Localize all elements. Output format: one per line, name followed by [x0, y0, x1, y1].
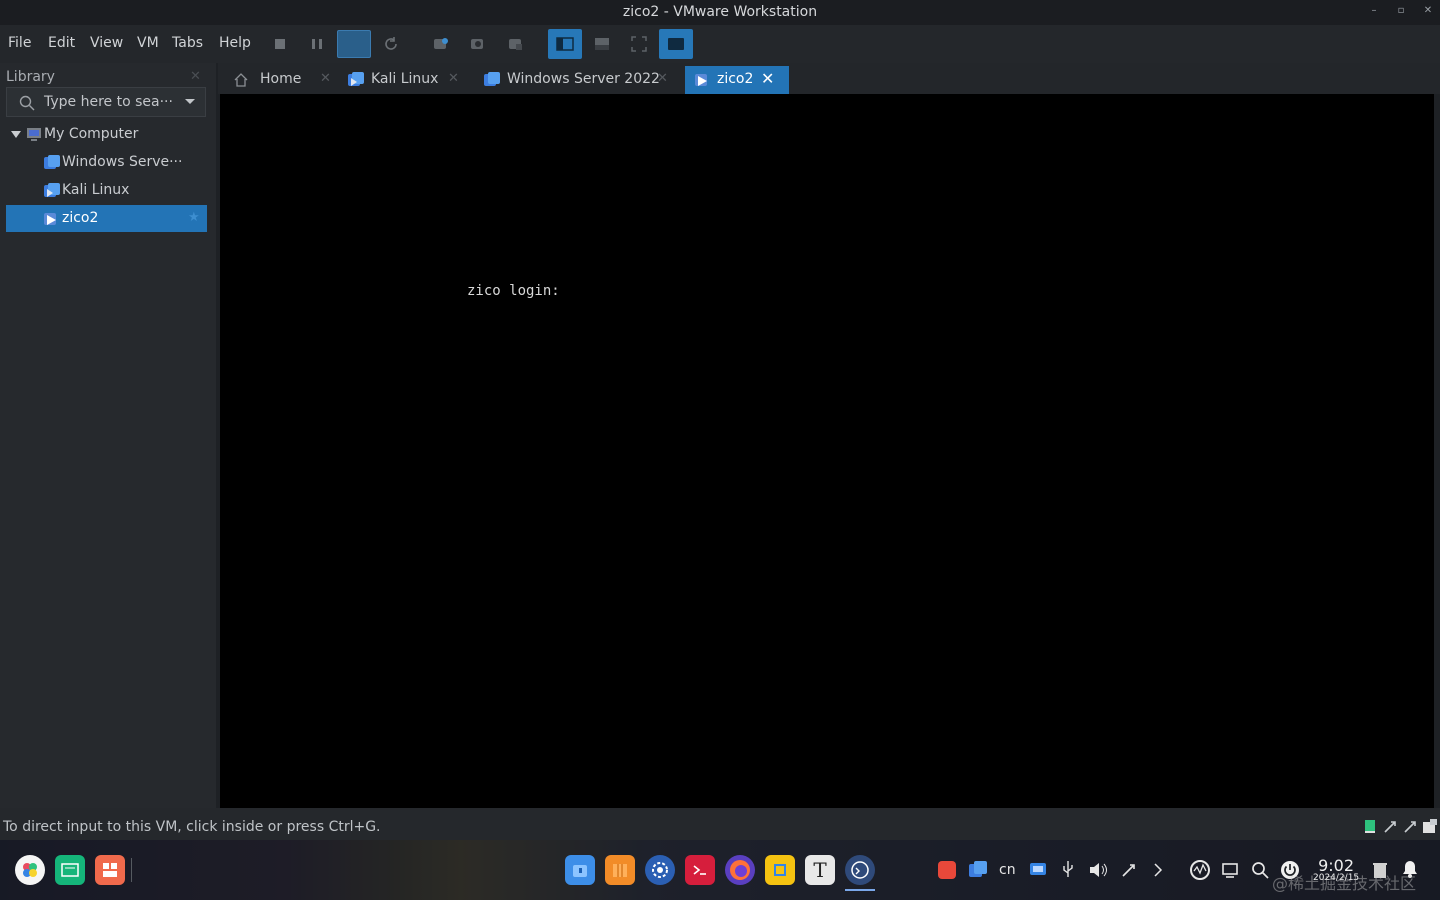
tab-zico2[interactable]: zico2 ✕: [685, 66, 789, 94]
file-manager-icon[interactable]: [565, 855, 595, 885]
firefox-icon[interactable]: [725, 855, 755, 885]
pause-icon[interactable]: [303, 30, 331, 58]
tab-label: zico2: [717, 71, 754, 87]
status-message: To direct input to this VM, click inside…: [3, 819, 381, 835]
typora-icon[interactable]: T: [805, 855, 835, 885]
message-icon[interactable]: [1422, 819, 1438, 835]
editor-icon[interactable]: [765, 855, 795, 885]
taskbar: T cn 9:02 2024/2/15 @稀土掘金技术社区: [0, 840, 1440, 900]
brightness-icon[interactable]: [1120, 861, 1138, 879]
right-edge: [1434, 94, 1440, 808]
tab-label: Windows Server 2022: [507, 71, 660, 87]
taskbar-divider: [131, 858, 132, 882]
tree-label: Windows Serve···: [62, 154, 183, 170]
tab-close-icon[interactable]: ✕: [657, 71, 668, 86]
tab-windows-server-2022[interactable]: Windows Server 2022 ✕: [480, 66, 672, 94]
library-panel: Library ✕ Type here to sea··· My Compute…: [0, 63, 216, 808]
display-icon[interactable]: [1221, 861, 1239, 879]
terminal-icon[interactable]: [685, 855, 715, 885]
fit-guest-icon[interactable]: [337, 30, 371, 58]
tree-label: Kali Linux: [62, 182, 130, 198]
menu-tabs[interactable]: Tabs: [172, 35, 203, 51]
library-close-icon[interactable]: ✕: [190, 69, 201, 84]
vm-icon: [348, 72, 364, 86]
minimize-icon[interactable]: –: [1367, 4, 1381, 18]
expand-arrow-icon[interactable]: [11, 131, 21, 139]
package-manager-icon[interactable]: [605, 855, 635, 885]
expand-tray-icon[interactable]: [1152, 862, 1164, 878]
vm-console[interactable]: zico login:: [220, 94, 1434, 808]
tree-label: My Computer: [44, 126, 139, 142]
vm-linux-icon: [44, 183, 60, 197]
usb-icon[interactable]: [1403, 820, 1417, 834]
menu-help[interactable]: Help: [219, 35, 251, 51]
refresh-icon[interactable]: [377, 30, 405, 58]
vm-icon: [484, 72, 500, 86]
app-store-icon[interactable]: [95, 855, 125, 885]
vm-running-icon: [695, 74, 707, 86]
menu-toolbar: File Edit View VM Tabs Help: [0, 25, 1440, 63]
app-launcher-icon[interactable]: [15, 855, 45, 885]
chevron-down-icon[interactable]: [184, 98, 196, 106]
watermark: @稀土掘金技术社区: [1272, 874, 1417, 893]
volume-icon[interactable]: [1088, 861, 1108, 879]
power-stop-icon[interactable]: [266, 30, 294, 58]
snapshot-take-icon[interactable]: [427, 30, 455, 58]
full-screen-icon[interactable]: [625, 30, 653, 58]
tab-close-icon[interactable]: ✕: [448, 71, 459, 86]
network-icon[interactable]: [1383, 820, 1397, 834]
tab-close-icon[interactable]: ✕: [320, 71, 331, 86]
computer-icon: [27, 128, 41, 141]
tree-label: zico2: [62, 210, 99, 226]
vm-windows-icon: [44, 155, 60, 169]
vmware-tray-icon[interactable]: [968, 860, 988, 880]
tab-close-icon[interactable]: ✕: [761, 69, 774, 88]
title-bar: zico2 - VMware Workstation – ▫ ✕: [0, 0, 1440, 25]
tree-item-my-computer[interactable]: My Computer: [6, 121, 207, 148]
menu-view[interactable]: View: [90, 35, 123, 51]
tree-item-kali-linux[interactable]: Kali Linux: [6, 177, 207, 204]
console-login-prompt: zico login:: [467, 283, 560, 299]
library-search-input[interactable]: Type here to sea···: [6, 87, 206, 117]
tab-home[interactable]: Home ✕: [228, 66, 338, 94]
tab-kali-linux[interactable]: Kali Linux ✕: [344, 66, 462, 94]
status-bar: To direct input to this VM, click inside…: [0, 808, 1440, 840]
tree-item-windows-server[interactable]: Windows Serve···: [6, 149, 207, 176]
menu-vm[interactable]: VM: [137, 35, 159, 51]
input-language[interactable]: cn: [999, 862, 1016, 878]
usb-tray-icon[interactable]: [1060, 860, 1076, 880]
library-header: Library: [6, 69, 55, 85]
show-library-icon[interactable]: [548, 29, 582, 59]
tab-label: Kali Linux: [371, 71, 439, 87]
maximize-icon[interactable]: ▫: [1394, 4, 1408, 18]
search-icon: [19, 95, 35, 111]
close-icon[interactable]: ✕: [1421, 4, 1435, 18]
active-app-indicator: [845, 889, 875, 891]
snapshot-revert-icon[interactable]: [464, 30, 492, 58]
settings-icon[interactable]: [645, 855, 675, 885]
console-view-icon[interactable]: [659, 29, 693, 59]
home-icon: [234, 73, 248, 87]
tree-item-zico2[interactable]: zico2 ★: [6, 205, 207, 232]
snapshot-manager-icon[interactable]: [502, 30, 530, 58]
menu-file[interactable]: File: [8, 35, 31, 51]
menu-edit[interactable]: Edit: [48, 35, 75, 51]
window-title: zico2 - VMware Workstation: [622, 4, 818, 20]
network-monitor-icon[interactable]: [1189, 859, 1211, 881]
thumbnail-bar-icon[interactable]: [588, 30, 616, 58]
tab-label: Home: [260, 71, 302, 87]
search-placeholder: Type here to sea···: [44, 94, 173, 110]
terminal-app-icon[interactable]: [55, 855, 85, 885]
search-icon[interactable]: [1251, 861, 1269, 879]
vmware-icon[interactable]: [845, 855, 875, 885]
sogou-input-icon[interactable]: [938, 861, 956, 879]
hard-disk-icon[interactable]: [1364, 820, 1376, 834]
favorite-star-icon[interactable]: ★: [188, 210, 200, 225]
vm-running-icon: [44, 213, 56, 225]
screenshot-icon[interactable]: [1029, 861, 1047, 879]
tab-bar: Home ✕ Kali Linux ✕ Windows Server 2022 …: [218, 63, 1440, 94]
